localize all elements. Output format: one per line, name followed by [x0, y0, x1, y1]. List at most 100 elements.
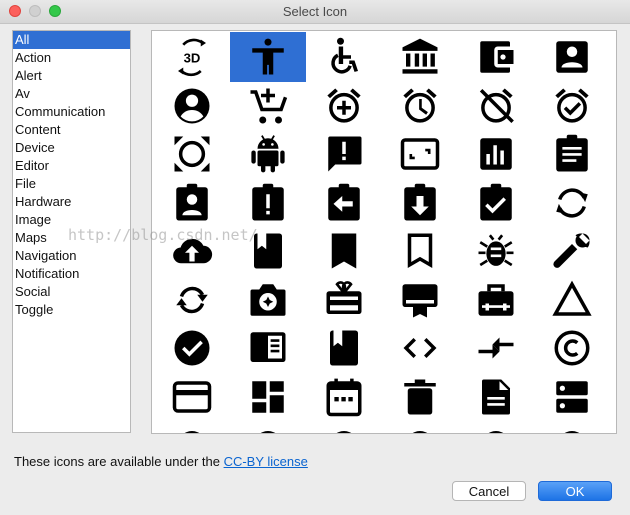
copyright-icon[interactable] — [534, 323, 610, 373]
bookmark-border-icon[interactable] — [382, 226, 458, 276]
delete-icon[interactable] — [382, 372, 458, 422]
all-out-icon-glyph — [174, 136, 210, 172]
alarm-icon[interactable] — [382, 81, 458, 131]
icon-grid[interactable]: 3D — [151, 30, 617, 434]
copyright-icon-glyph — [554, 330, 590, 366]
assignment-ind-icon[interactable] — [154, 178, 230, 228]
alarm-add-icon[interactable] — [306, 81, 382, 131]
assignment-late-icon[interactable] — [230, 178, 306, 228]
assignment-turned-in-icon-glyph — [480, 183, 512, 220]
date-range-icon[interactable] — [306, 372, 382, 422]
add-shopping-cart-icon[interactable] — [230, 81, 306, 131]
chrome-reader-mode-icon-glyph — [250, 332, 286, 362]
dns-icon[interactable] — [534, 372, 610, 422]
bug-report-icon-glyph — [478, 234, 514, 267]
partially-hidden-icon[interactable] — [382, 420, 458, 433]
category-item-notification[interactable]: Notification — [13, 265, 130, 283]
category-list[interactable]: All Action Alert Av Communication Content Devi… — [12, 30, 131, 433]
assignment-ind-icon-glyph — [176, 183, 208, 220]
category-item-alert[interactable]: Alert — [13, 67, 130, 85]
add-shopping-cart-icon-glyph — [250, 88, 288, 123]
category-item-toggle[interactable]: Toggle — [13, 301, 130, 319]
dashboard-icon[interactable] — [230, 372, 306, 422]
alarm-on-icon[interactable] — [534, 81, 610, 131]
alarm-off-icon[interactable] — [458, 81, 534, 131]
partial-glyph — [260, 431, 276, 433]
category-item-editor[interactable]: Editor — [13, 157, 130, 175]
account-balance-wallet-icon[interactable] — [458, 32, 534, 82]
camera-enhance-icon[interactable] — [230, 275, 306, 325]
license-link[interactable]: CC-BY license — [224, 454, 308, 469]
partially-hidden-icon[interactable] — [306, 420, 382, 433]
bug-report-icon[interactable] — [458, 226, 534, 276]
card-travel-icon[interactable] — [458, 275, 534, 325]
category-item-av[interactable]: Av — [13, 85, 130, 103]
category-item-social[interactable]: Social — [13, 283, 130, 301]
aspect-ratio-icon[interactable] — [382, 129, 458, 179]
compare-arrows-icon[interactable] — [458, 323, 534, 373]
aspect-ratio-icon-glyph — [400, 138, 440, 170]
card-membership-icon[interactable] — [382, 275, 458, 325]
backup-icon[interactable] — [154, 226, 230, 276]
license-text: These icons are available under the CC-B… — [14, 454, 308, 469]
category-item-navigation[interactable]: Navigation — [13, 247, 130, 265]
assignment-return-icon[interactable] — [306, 178, 382, 228]
account-box-icon[interactable] — [534, 32, 610, 82]
account-box-icon-glyph — [556, 41, 588, 73]
build-icon[interactable] — [534, 226, 610, 276]
dashboard-icon-glyph — [252, 380, 284, 413]
autorenew-icon[interactable] — [534, 178, 610, 228]
book-icon[interactable] — [230, 226, 306, 276]
android-icon[interactable] — [230, 129, 306, 179]
all-out-icon[interactable] — [154, 129, 230, 179]
category-item-all[interactable]: All — [13, 31, 130, 49]
3d-rotation-icon[interactable]: 3D — [154, 32, 230, 82]
cancel-button[interactable]: Cancel — [452, 481, 526, 501]
partially-hidden-icon[interactable] — [534, 420, 610, 433]
cached-icon[interactable] — [154, 275, 230, 325]
check-circle-icon[interactable] — [154, 323, 230, 373]
bookmark-icon[interactable] — [306, 226, 382, 276]
ok-button[interactable]: OK — [538, 481, 612, 501]
category-item-content[interactable]: Content — [13, 121, 130, 139]
assignment-late-icon-glyph — [252, 183, 284, 220]
category-item-hardware[interactable]: Hardware — [13, 193, 130, 211]
class-icon[interactable] — [306, 323, 382, 373]
partial-glyph — [336, 431, 352, 433]
account-balance-icon[interactable] — [382, 32, 458, 82]
alarm-on-icon-glyph — [555, 88, 589, 123]
delete-icon-glyph — [404, 379, 436, 414]
category-item-file[interactable]: File — [13, 175, 130, 193]
category-item-maps[interactable]: Maps — [13, 229, 130, 247]
code-icon[interactable] — [382, 323, 458, 373]
assignment-returned-icon[interactable] — [382, 178, 458, 228]
category-item-device[interactable]: Device — [13, 139, 130, 157]
assignment-turned-in-icon[interactable] — [458, 178, 534, 228]
backup-icon-glyph — [173, 238, 213, 264]
change-history-icon[interactable] — [534, 275, 610, 325]
credit-card-icon-glyph — [172, 380, 212, 413]
alarm-off-icon-glyph — [479, 88, 514, 123]
partially-hidden-icon[interactable] — [154, 420, 230, 433]
card-giftcard-icon[interactable] — [306, 275, 382, 325]
partially-hidden-icon[interactable] — [230, 420, 306, 433]
accessible-icon[interactable] — [306, 32, 382, 82]
category-item-action[interactable]: Action — [13, 49, 130, 67]
assignment-icon[interactable] — [534, 129, 610, 179]
chrome-reader-mode-icon[interactable] — [230, 323, 306, 373]
partial-glyph — [184, 431, 200, 433]
category-item-image[interactable]: Image — [13, 211, 130, 229]
credit-card-icon[interactable] — [154, 372, 230, 422]
accessibility-icon[interactable] — [230, 32, 306, 82]
book-icon-glyph — [254, 233, 282, 269]
accessible-icon-glyph — [331, 37, 358, 74]
announcement-icon[interactable] — [306, 129, 382, 179]
description-icon[interactable] — [458, 372, 534, 422]
partially-hidden-icon[interactable] — [458, 420, 534, 433]
svg-text:3D: 3D — [184, 50, 201, 65]
change-history-icon-glyph — [552, 280, 592, 316]
assessment-icon[interactable] — [458, 129, 534, 179]
category-item-communication[interactable]: Communication — [13, 103, 130, 121]
license-prefix: These icons are available under the — [14, 454, 224, 469]
account-circle-icon[interactable] — [154, 81, 230, 131]
